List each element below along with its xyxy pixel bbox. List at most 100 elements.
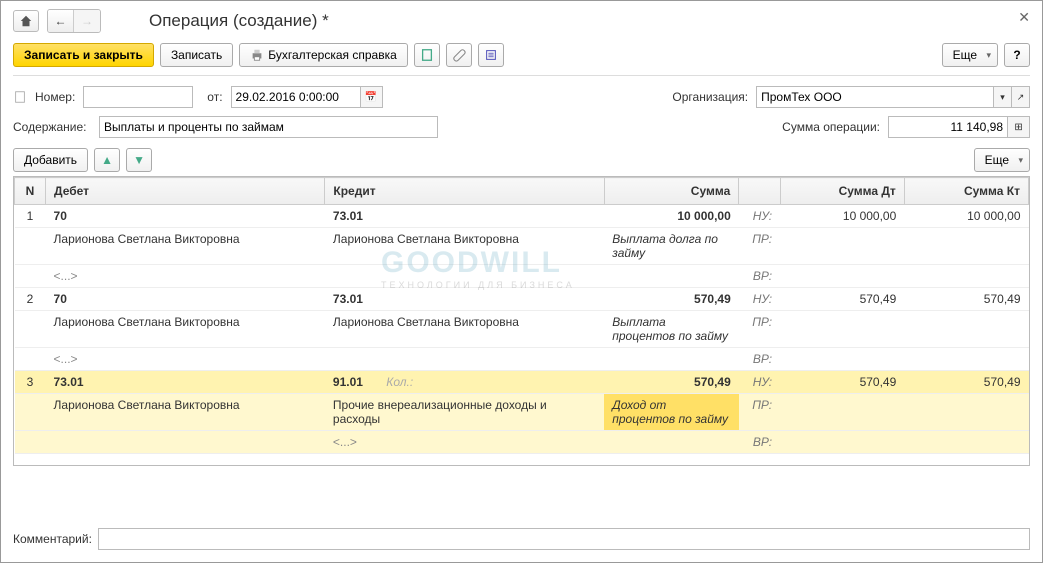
home-icon [19,14,33,28]
number-input[interactable] [83,86,193,108]
table-row[interactable]: <...> ВР: [15,431,1029,454]
row-content-sum: Содержание: Сумма операции: ⊞ [13,116,1030,138]
cell-credit-acc: 91.01 Кол.: [325,371,604,394]
row-number-org: Номер: от: 📅 Организация: ▾ ↗ [13,86,1030,108]
org-input[interactable] [756,86,994,108]
cell-debit-acc: 73.01 [46,371,325,394]
file-icon [420,48,434,62]
table-row[interactable]: Ларионова Светлана ВикторовнаПрочие внер… [15,394,1029,431]
cell-credit-sub1: Прочие внереализационные доходы и расход… [325,394,604,431]
cell-sum: 10 000,00 [604,205,739,228]
arrow-right-icon: → [81,14,93,28]
file-button[interactable] [414,43,440,67]
register-button[interactable] [478,43,504,67]
table-header-row: N Дебет Кредит Сумма Сумма Дт Сумма Кт [15,178,1029,205]
sum-input[interactable] [888,116,1008,138]
close-button[interactable]: ✕ [1018,9,1030,26]
cell-credit-sub1: Ларионова Светлана Викторовна [325,311,604,348]
cell-tag-nu: НУ: [739,288,780,311]
calculator-icon: ⊞ [1014,122,1022,133]
col-sum[interactable]: Сумма [604,178,739,205]
comment-input[interactable] [98,528,1030,550]
accounting-ref-button[interactable]: Бухгалтерская справка [239,43,408,67]
arrow-left-icon: ← [55,14,67,28]
table-row[interactable]: <...>ВР: [15,265,1029,288]
forward-button[interactable]: → [74,10,100,32]
col-sumkt[interactable]: Сумма Кт [904,178,1028,205]
cell-tag-pr: ПР: [739,228,780,265]
col-credit[interactable]: Кредит [325,178,604,205]
table-row[interactable]: Ларионова Светлана ВикторовнаЛарионова С… [15,228,1029,265]
help-button[interactable]: ? [1004,43,1030,67]
cell-n: 1 [15,205,46,228]
cell-debit-sub2 [46,431,325,454]
table-row[interactable]: Ларионова Светлана ВикторовнаЛарионова С… [15,311,1029,348]
paperclip-icon [452,48,466,62]
table-row[interactable]: 373.0191.01 Кол.:570,49НУ:570,49570,49 [15,371,1029,394]
cell-tag-vr: ВР: [739,265,780,288]
org-dropdown-button[interactable]: ▾ [994,86,1012,108]
sum-field: ⊞ [888,116,1030,138]
cell-debit-sub1: Ларионова Светлана Викторовна [46,311,325,348]
cell-n: 2 [15,288,46,311]
cell-tag-nu: НУ: [739,371,780,394]
cell-desc: Доход от процентов по займу [604,394,739,431]
close-icon: ✕ [1018,9,1030,25]
table-row[interactable]: 17073.0110 000,00НУ:10 000,0010 000,00 [15,205,1029,228]
cell-sumdt: 10 000,00 [780,205,904,228]
cell-credit-sub2: <...> [325,431,604,454]
add-button[interactable]: Добавить [13,148,88,172]
cell-credit-sub2 [325,348,604,371]
cell-tag-nu: НУ: [739,205,780,228]
chevron-down-icon: ▾ [1000,92,1005,103]
cell-tag-pr: ПР: [739,394,780,431]
table-row[interactable]: 27073.01570,49НУ:570,49570,49 [15,288,1029,311]
org-open-button[interactable]: ↗ [1012,86,1030,108]
window: ← → Операция (создание) * ✕ Записать и з… [0,0,1043,563]
save-close-button[interactable]: Записать и закрыть [13,43,154,67]
cell-sum: 570,49 [604,288,739,311]
move-down-button[interactable]: ▼ [126,148,152,172]
entries-table-wrap: N Дебет Кредит Сумма Сумма Дт Сумма Кт 1… [13,176,1030,466]
doc-icon [13,90,27,104]
arrow-down-icon: ▼ [133,153,145,167]
main-toolbar: Записать и закрыть Записать Бухгалтерска… [13,43,1030,76]
cell-sum: 570,49 [604,371,739,394]
cell-debit-acc: 70 [46,205,325,228]
content-input[interactable] [99,116,438,138]
col-sumdt[interactable]: Сумма Дт [780,178,904,205]
cell-credit-acc: 73.01 [325,205,604,228]
accounting-ref-label: Бухгалтерская справка [268,48,397,62]
cell-tag-pr: ПР: [739,311,780,348]
col-n[interactable]: N [15,178,46,205]
cell-sumdt: 570,49 [780,288,904,311]
sum-calc-button[interactable]: ⊞ [1008,116,1030,138]
cell-debit-sub1: Ларионова Светлана Викторовна [46,394,325,431]
comment-row: Комментарий: [13,528,1030,550]
calendar-button[interactable]: 📅 [361,86,383,108]
cell-tag-vr: ВР: [739,431,780,454]
more-button[interactable]: Еще [942,43,998,67]
entries-table: N Дебет Кредит Сумма Сумма Дт Сумма Кт 1… [14,177,1029,454]
home-button[interactable] [13,10,39,32]
back-button[interactable]: ← [48,10,74,32]
move-up-button[interactable]: ▲ [94,148,120,172]
attach-button[interactable] [446,43,472,67]
table-more-button[interactable]: Еще [974,148,1030,172]
nav-group: ← → [47,9,101,33]
arrow-up-icon: ▲ [101,153,113,167]
col-tag[interactable] [739,178,780,205]
cell-sumkt: 10 000,00 [904,205,1028,228]
date-field: 📅 [231,86,383,108]
printer-icon [250,48,264,62]
table-row[interactable]: <...>ВР: [15,348,1029,371]
number-label: Номер: [35,90,75,104]
cell-sumdt: 570,49 [780,371,904,394]
cell-credit-sub1: Ларионова Светлана Викторовна [325,228,604,265]
cell-debit-acc: 70 [46,288,325,311]
date-input[interactable] [231,86,361,108]
cell-credit-acc: 73.01 [325,288,604,311]
save-button[interactable]: Записать [160,43,233,67]
comment-label: Комментарий: [13,532,92,546]
col-debit[interactable]: Дебет [46,178,325,205]
